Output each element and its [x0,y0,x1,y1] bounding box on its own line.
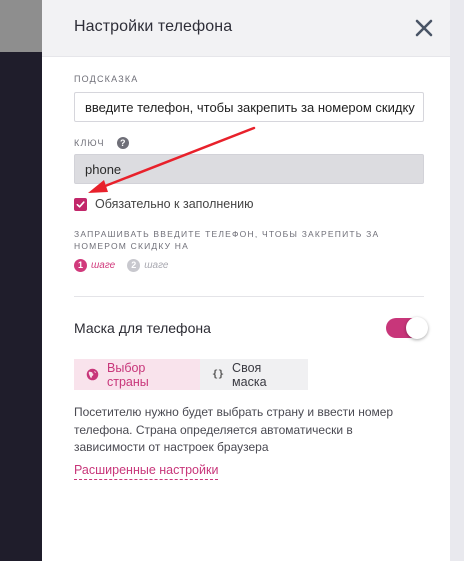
required-checkbox[interactable] [74,197,87,211]
advanced-settings-link[interactable]: Расширенные настройки [74,463,219,480]
globe-icon [86,368,99,381]
phone-settings-panel: Настройки телефона ПОДСКАЗКА введите тел… [42,0,450,561]
ask-on-step-label: ЗАПРАШИВАТЬ ВВЕДИТЕ ТЕЛЕФОН, ЧТОБЫ ЗАКРЕ… [74,229,380,251]
key-label-row: КЛЮЧ ? [74,137,129,149]
background-strip-right [450,0,464,561]
step-word: шаге [91,260,116,271]
step-number: 1 [74,259,87,272]
step-number: 2 [127,259,141,272]
panel-header: Настройки телефона [42,0,450,57]
mask-type-selector: Выбор страны {} Своя маска [74,359,308,390]
step-option-2[interactable]: 2 шаге [127,259,169,272]
required-label: Обязательно к заполнению [95,197,254,211]
phone-mask-title: Маска для телефона [74,320,211,336]
background-dim-top [0,0,42,52]
custom-mask-option[interactable]: {} Своя маска [200,359,308,390]
step-selector: 1 шаге 2 шаге [74,259,181,272]
required-checkbox-row[interactable]: Обязательно к заполнению [74,197,254,211]
toggle-knob [406,317,428,339]
step-option-1[interactable]: 1 шаге [74,259,115,272]
mask-description: Посетителю нужно будет выбрать страну и … [74,405,394,454]
hint-input[interactable]: введите телефон, чтобы закрепить за номе… [74,92,424,122]
step-word: шаге [144,260,169,271]
key-input[interactable]: phone [74,154,424,184]
section-divider [74,296,424,297]
close-icon [415,19,433,37]
custom-mask-label: Своя маска [232,360,267,389]
panel-title: Настройки телефона [74,18,233,35]
braces-icon: {} [212,369,225,380]
hint-label: ПОДСКАЗКА [74,74,139,84]
country-select-label: Выбор страны [107,360,149,389]
country-select-option[interactable]: Выбор страны [74,359,200,390]
check-icon [76,200,85,208]
phone-mask-toggle[interactable] [386,317,428,339]
help-icon[interactable]: ? [116,137,129,149]
close-button[interactable] [412,16,436,40]
key-label: КЛЮЧ [74,138,105,148]
